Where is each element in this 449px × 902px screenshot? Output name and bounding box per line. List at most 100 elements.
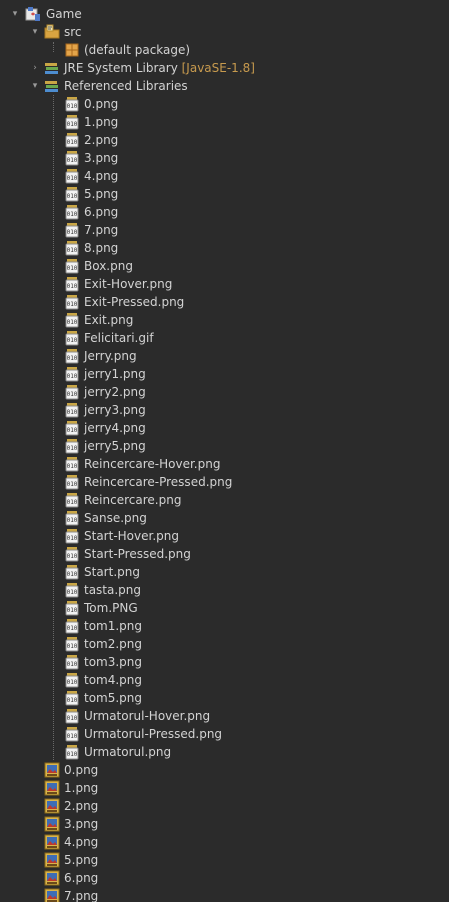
jar-file-icon: 010 xyxy=(64,654,80,670)
tree-item-image-file[interactable]: 4.png xyxy=(0,833,449,851)
tree-item-referenced-jar[interactable]: 010 Start-Hover.png xyxy=(0,527,449,545)
file-name-label: 2.png xyxy=(64,799,99,813)
tree-item-referenced-jar[interactable]: 010 Urmatorul-Hover.png xyxy=(0,707,449,725)
collapse-icon[interactable]: ▾ xyxy=(30,81,40,91)
jar-file-icon: 010 xyxy=(64,114,80,130)
svg-text:010: 010 xyxy=(67,553,78,560)
jar-file-icon: 010 xyxy=(64,672,80,688)
svg-text:010: 010 xyxy=(67,679,78,686)
file-name-label: 8.png xyxy=(84,241,119,255)
file-name-label: Sanse.png xyxy=(84,511,147,525)
tree-item-project[interactable]: ▾ Game xyxy=(0,5,449,23)
tree-item-default-package[interactable]: (default package) xyxy=(0,41,449,59)
jar-file-icon: 010 xyxy=(64,150,80,166)
file-name-label: tom1.png xyxy=(84,619,143,633)
tree-item-referenced-jar[interactable]: 010 Exit.png xyxy=(0,311,449,329)
tree-item-referenced-jar[interactable]: 010 jerry1.png xyxy=(0,365,449,383)
tree-item-referenced-jar[interactable]: 010 jerry4.png xyxy=(0,419,449,437)
tree-item-referenced-jar[interactable]: 010 Urmatorul.png xyxy=(0,743,449,761)
tree-item-referenced-jar[interactable]: 010 Box.png xyxy=(0,257,449,275)
tree-item-referenced-jar[interactable]: 010 Exit-Pressed.png xyxy=(0,293,449,311)
svg-text:010: 010 xyxy=(67,715,78,722)
file-name-label: Box.png xyxy=(84,259,133,273)
file-name-label: 7.png xyxy=(64,889,99,902)
jar-file-icon: 010 xyxy=(64,420,80,436)
tree-item-referenced-jar[interactable]: 010 2.png xyxy=(0,131,449,149)
tree-item-referenced-jar[interactable]: 010 jerry3.png xyxy=(0,401,449,419)
tree-item-jre-library[interactable]: › JRE System Library [JavaSE-1.8] xyxy=(0,59,449,77)
svg-text:010: 010 xyxy=(67,265,78,272)
tree-item-image-file[interactable]: 0.png xyxy=(0,761,449,779)
file-name-label: Exit-Pressed.png xyxy=(84,295,185,309)
svg-text:010: 010 xyxy=(67,103,78,110)
tree-item-referenced-jar[interactable]: 010 Urmatorul-Pressed.png xyxy=(0,725,449,743)
jar-file-icon: 010 xyxy=(64,168,80,184)
svg-text:010: 010 xyxy=(67,427,78,434)
svg-text:010: 010 xyxy=(67,535,78,542)
file-name-label: Urmatorul-Pressed.png xyxy=(84,727,223,741)
tree-item-referenced-jar[interactable]: 010 Reincercare-Pressed.png xyxy=(0,473,449,491)
tree-item-referenced-jar[interactable]: 010 Start.png xyxy=(0,563,449,581)
tree-item-referenced-jar[interactable]: 010 tom4.png xyxy=(0,671,449,689)
svg-text:010: 010 xyxy=(67,139,78,146)
tree-item-referenced-jar[interactable]: 010 tasta.png xyxy=(0,581,449,599)
tree-item-referenced-jar[interactable]: 010 Start-Pressed.png xyxy=(0,545,449,563)
tree-item-referenced-jar[interactable]: 010 Reincercare.png xyxy=(0,491,449,509)
tree-item-referenced-jar[interactable]: 010 tom3.png xyxy=(0,653,449,671)
file-name-label: 4.png xyxy=(84,169,119,183)
tree-item-referenced-jar[interactable]: 010 6.png xyxy=(0,203,449,221)
jar-file-icon: 010 xyxy=(64,474,80,490)
tree-item-image-file[interactable]: 7.png xyxy=(0,887,449,902)
svg-text:010: 010 xyxy=(67,571,78,578)
svg-text:010: 010 xyxy=(67,301,78,308)
svg-text:010: 010 xyxy=(67,625,78,632)
tree-item-image-file[interactable]: 6.png xyxy=(0,869,449,887)
file-name-label: jerry1.png xyxy=(84,367,146,381)
tree-item-referenced-jar[interactable]: 010 3.png xyxy=(0,149,449,167)
jar-file-icon: 010 xyxy=(64,186,80,202)
file-name-label: jerry4.png xyxy=(84,421,146,435)
tree-item-referenced-jar[interactable]: 010 8.png xyxy=(0,239,449,257)
file-name-label: Urmatorul-Hover.png xyxy=(84,709,211,723)
tree-item-referenced-jar[interactable]: 010 tom2.png xyxy=(0,635,449,653)
tree-item-src[interactable]: ▾ src xyxy=(0,23,449,41)
tree-item-referenced-jar[interactable]: 010 Jerry.png xyxy=(0,347,449,365)
tree-item-referenced-jar[interactable]: 010 5.png xyxy=(0,185,449,203)
tree-item-referenced-jar[interactable]: 010 tom1.png xyxy=(0,617,449,635)
tree-item-image-file[interactable]: 1.png xyxy=(0,779,449,797)
file-name-label: Reincercare.png xyxy=(84,493,182,507)
tree-item-referenced-jar[interactable]: 010 0.png xyxy=(0,95,449,113)
svg-text:010: 010 xyxy=(67,211,78,218)
collapse-icon[interactable]: ▾ xyxy=(30,27,40,37)
file-name-label: 6.png xyxy=(64,871,99,885)
tree-item-referenced-jar[interactable]: 010 Exit-Hover.png xyxy=(0,275,449,293)
tree-item-referenced-jar[interactable]: 010 jerry2.png xyxy=(0,383,449,401)
collapse-icon[interactable]: ▾ xyxy=(10,9,20,19)
tree-item-referenced-jar[interactable]: 010 4.png xyxy=(0,167,449,185)
tree-item-image-file[interactable]: 3.png xyxy=(0,815,449,833)
expand-icon[interactable]: › xyxy=(30,63,40,73)
svg-text:010: 010 xyxy=(67,319,78,326)
tree-item-referenced-jar[interactable]: 010 Reincercare-Hover.png xyxy=(0,455,449,473)
library-icon xyxy=(44,78,60,94)
tree-item-referenced-libraries[interactable]: ▾ Referenced Libraries xyxy=(0,77,449,95)
file-name-label: Start.png xyxy=(84,565,140,579)
tree-item-referenced-jar[interactable]: 010 1.png xyxy=(0,113,449,131)
jar-file-icon: 010 xyxy=(64,600,80,616)
svg-text:010: 010 xyxy=(67,247,78,254)
tree-item-image-file[interactable]: 5.png xyxy=(0,851,449,869)
file-name-label: Urmatorul.png xyxy=(84,745,172,759)
tree-item-referenced-jar[interactable]: 010 7.png xyxy=(0,221,449,239)
image-file-icon xyxy=(44,816,60,832)
file-name-label: tom5.png xyxy=(84,691,143,705)
file-name-label: Exit.png xyxy=(84,313,134,327)
tree-item-referenced-jar[interactable]: 010 tom5.png xyxy=(0,689,449,707)
jar-file-icon: 010 xyxy=(64,348,80,364)
tree-item-referenced-jar[interactable]: 010 Felicitari.gif xyxy=(0,329,449,347)
tree-item-referenced-jar[interactable]: 010 Tom.PNG xyxy=(0,599,449,617)
jar-file-icon: 010 xyxy=(64,510,80,526)
tree-item-referenced-jar[interactable]: 010 Sanse.png xyxy=(0,509,449,527)
svg-text:010: 010 xyxy=(67,445,78,452)
tree-item-referenced-jar[interactable]: 010 jerry5.png xyxy=(0,437,449,455)
tree-item-image-file[interactable]: 2.png xyxy=(0,797,449,815)
